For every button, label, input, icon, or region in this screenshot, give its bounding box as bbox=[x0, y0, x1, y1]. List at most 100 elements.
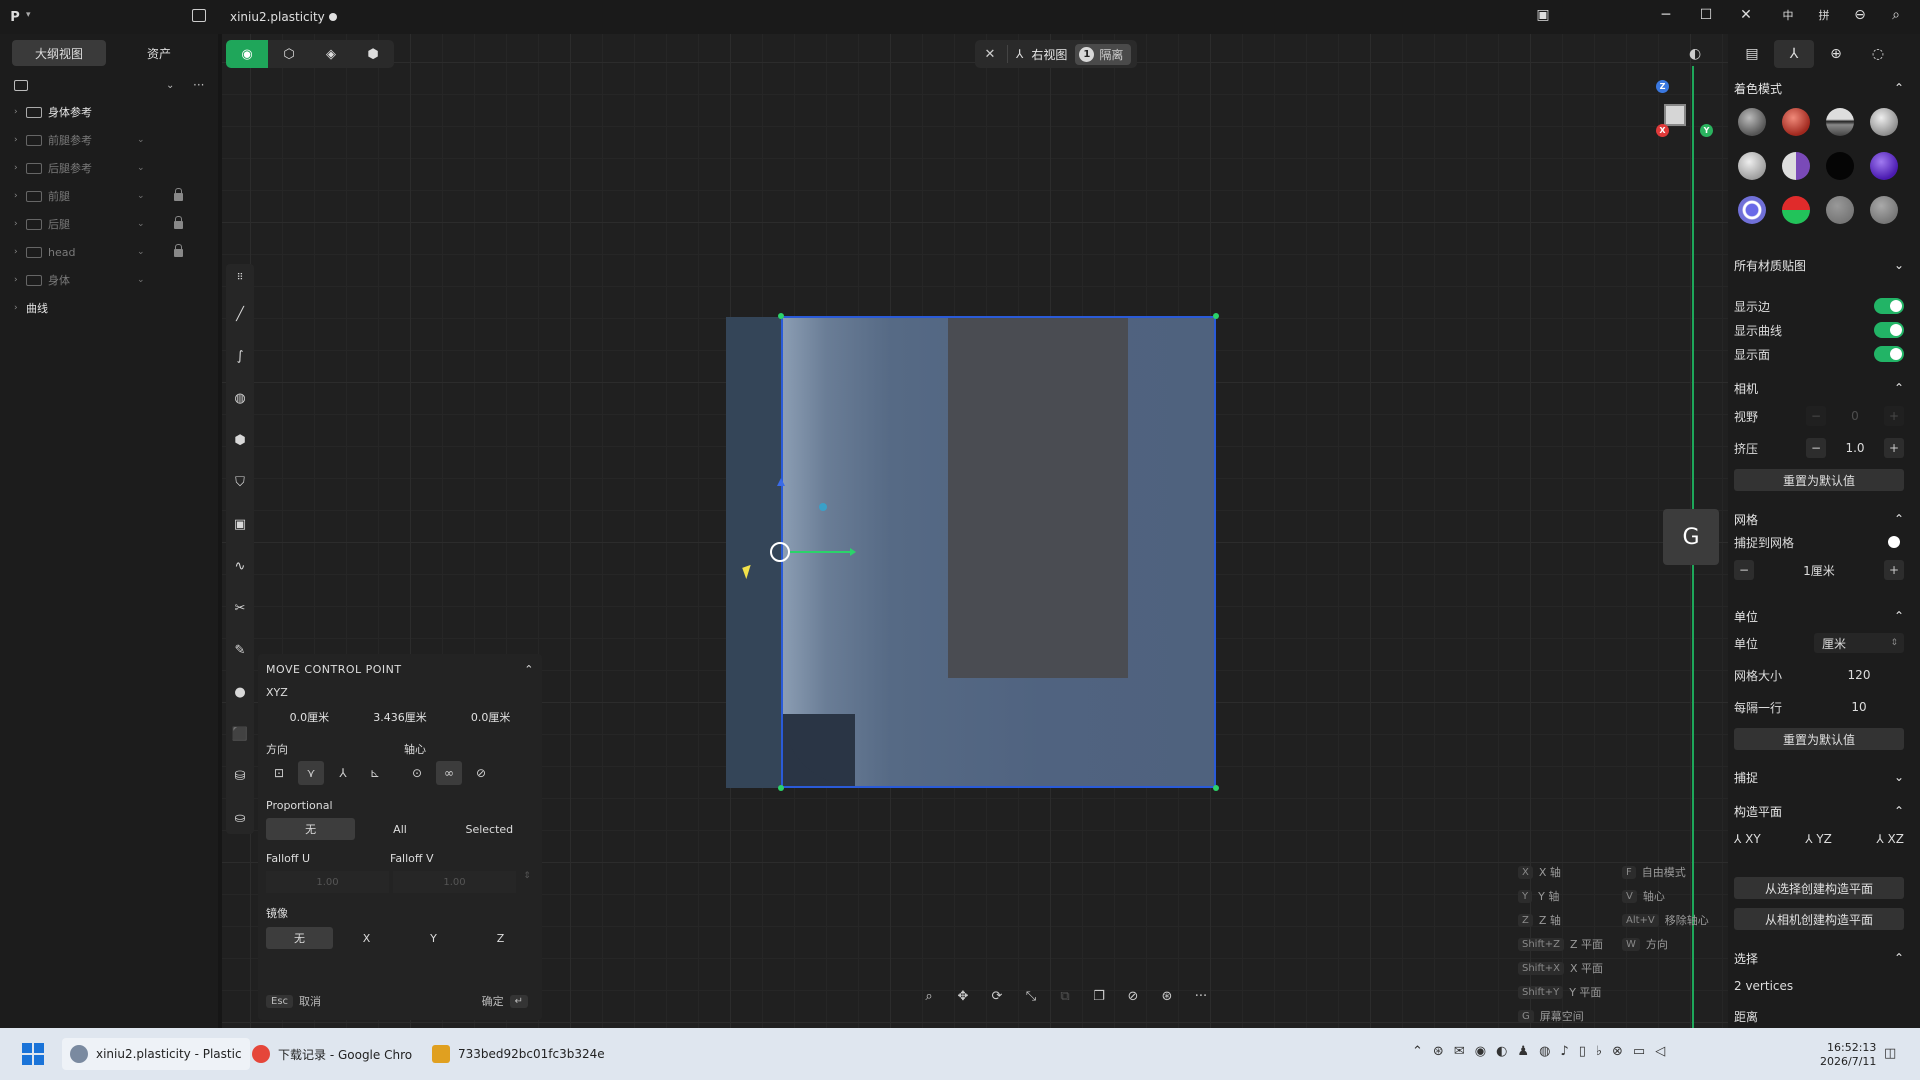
squeeze-value[interactable]: 1.0 bbox=[1830, 441, 1880, 455]
pen-tool-icon[interactable]: ✎ bbox=[230, 640, 250, 660]
tab-outliner[interactable]: 大纲视图 bbox=[12, 40, 106, 66]
local-orient-icon[interactable]: ⊾ bbox=[362, 761, 388, 785]
close-icon[interactable]: ✕ bbox=[1735, 7, 1757, 27]
collapse-chevron-icon[interactable]: ⌃ bbox=[524, 663, 534, 676]
plus-icon[interactable]: + bbox=[1884, 560, 1904, 580]
chevron-up-icon[interactable]: ⌃ bbox=[1894, 609, 1904, 623]
volume-icon[interactable]: ♪ bbox=[1560, 1044, 1568, 1059]
chevron-right-icon[interactable]: › bbox=[14, 275, 26, 285]
sphere-tool-icon[interactable]: ● bbox=[230, 682, 250, 702]
snap-header[interactable]: 捕捉 ⌄ bbox=[1734, 764, 1904, 790]
tab-viewport-icon[interactable]: ⅄ bbox=[1774, 40, 1814, 68]
chevron-right-icon[interactable]: › bbox=[14, 135, 26, 145]
tree-item[interactable]: › 身体 ⌄ bbox=[0, 266, 218, 294]
sidebar-toggle-icon[interactable] bbox=[192, 9, 206, 22]
search-icon[interactable]: ⌕ bbox=[915, 983, 943, 1009]
tree-item[interactable]: › 前腿 ⌄ bbox=[0, 182, 218, 210]
mirror-x[interactable]: X bbox=[333, 927, 400, 949]
steam-icon[interactable]: ⊛ bbox=[1433, 1044, 1444, 1059]
plane-xy-button[interactable]: ⅄ XY bbox=[1734, 832, 1761, 846]
close-circle-icon[interactable]: ⊗ bbox=[1612, 1044, 1623, 1059]
visibility-icon[interactable]: ⌄ bbox=[137, 191, 145, 201]
proportional-none[interactable]: 无 bbox=[266, 818, 356, 840]
maximize-icon[interactable]: ☐ bbox=[1695, 7, 1717, 27]
proportional-all[interactable]: All bbox=[355, 818, 444, 840]
plane-xz-button[interactable]: ⅄ XZ bbox=[1876, 832, 1904, 846]
matcap-ring-icon[interactable] bbox=[1738, 196, 1766, 224]
boolean-tool-icon[interactable]: ⛀ bbox=[230, 808, 250, 828]
search-icon[interactable]: ⌕ bbox=[1885, 7, 1907, 27]
tree-item[interactable]: › 前腿参考 ⌄ bbox=[0, 126, 218, 154]
chevron-up-icon[interactable]: ⌃ bbox=[1894, 512, 1904, 526]
move-gizmo-ring[interactable] bbox=[770, 542, 790, 562]
clock[interactable]: 16:52:13 2026/7/11 bbox=[1820, 1041, 1876, 1069]
chevron-right-icon[interactable]: › bbox=[14, 163, 26, 173]
grid-header[interactable]: 网格 ⌃ bbox=[1734, 506, 1904, 532]
control-point[interactable] bbox=[1213, 785, 1219, 791]
mic-icon[interactable]: ♭ bbox=[1596, 1044, 1602, 1059]
qq-icon[interactable]: ♟ bbox=[1517, 1044, 1529, 1059]
units-reset-button[interactable]: 重置为默认值 bbox=[1734, 728, 1904, 750]
chevron-right-icon[interactable]: › bbox=[14, 247, 26, 257]
visibility-icon[interactable]: ⌄ bbox=[137, 135, 145, 145]
show-faces-toggle[interactable] bbox=[1874, 346, 1904, 362]
visibility-icon[interactable]: ⌄ bbox=[137, 275, 145, 285]
y-input[interactable]: 3.436厘米 bbox=[357, 705, 444, 729]
chevron-up-icon[interactable]: ⌃ bbox=[1894, 951, 1904, 965]
chevron-right-icon[interactable]: › bbox=[14, 303, 26, 313]
curve-tool-icon[interactable]: ∫ bbox=[230, 346, 250, 366]
tree-item[interactable]: › 身体参考 bbox=[0, 98, 218, 126]
zoom-out-icon[interactable]: ⊖ bbox=[1849, 7, 1871, 27]
taskbar-app-chrome[interactable]: 下载记录 - Google Chro bbox=[244, 1038, 420, 1070]
units-select[interactable]: 厘米 ⇕ bbox=[1814, 633, 1904, 653]
confirm-button[interactable]: 确定 bbox=[482, 993, 504, 1009]
mirror-z[interactable]: Z bbox=[467, 927, 534, 949]
control-point[interactable] bbox=[778, 313, 784, 319]
plus-icon[interactable]: + bbox=[1884, 406, 1904, 426]
trim-tool-icon[interactable]: ✂ bbox=[230, 598, 250, 618]
visibility-icon[interactable]: ⌄ bbox=[137, 219, 145, 229]
lock-icon[interactable] bbox=[174, 188, 183, 201]
fillet-tool-icon[interactable]: ⛉ bbox=[230, 472, 250, 492]
minimize-icon[interactable]: ─ bbox=[1655, 7, 1677, 27]
z-axis-ball[interactable]: Z bbox=[1656, 80, 1669, 93]
spline-tool-icon[interactable]: ∿ bbox=[230, 556, 250, 576]
view-name[interactable]: 右视图 bbox=[1031, 46, 1067, 63]
pivot-center-icon[interactable]: ⊙ bbox=[404, 761, 430, 785]
matcap-light-icon[interactable] bbox=[1870, 108, 1898, 136]
solid-mode-button[interactable]: ⬢ bbox=[352, 40, 394, 68]
taskbar-app-notes[interactable]: 733bed92bc01fc3b324e bbox=[424, 1038, 613, 1070]
attach-icon[interactable]: ⊘ bbox=[1119, 983, 1147, 1009]
tab-catalog-icon[interactable]: ▤ bbox=[1732, 40, 1772, 68]
x-input[interactable]: 0.0厘米 bbox=[266, 705, 353, 729]
normal-orient-icon[interactable]: ⋎ bbox=[298, 761, 324, 785]
cplane-from-selection-button[interactable]: 从选择创建构造平面 bbox=[1734, 877, 1904, 899]
every-line-value[interactable]: 10 bbox=[1814, 700, 1904, 714]
matcap-black-icon[interactable] bbox=[1826, 152, 1854, 180]
isolate-tag[interactable]: 1 隔离 bbox=[1075, 43, 1132, 65]
tree-item[interactable]: › 曲线 bbox=[0, 294, 218, 322]
matcap-red-icon[interactable] bbox=[1782, 108, 1810, 136]
free-orient-icon[interactable]: ⊡ bbox=[266, 761, 292, 785]
grid-step-value[interactable]: 1厘米 bbox=[1774, 562, 1864, 579]
collapse-chevron-icon[interactable]: ⌄ bbox=[166, 80, 174, 91]
proportional-selected[interactable]: Selected bbox=[445, 818, 534, 840]
move-icon[interactable]: ✥ bbox=[949, 983, 977, 1009]
line-tool-icon[interactable]: ╱ bbox=[230, 304, 250, 324]
control-point[interactable] bbox=[1213, 313, 1219, 319]
snap-grid-toggle[interactable] bbox=[1874, 534, 1904, 550]
gizmo-z-handle[interactable] bbox=[777, 478, 785, 486]
box-tool-icon[interactable]: ⬛ bbox=[230, 724, 250, 744]
minus-icon[interactable]: − bbox=[1806, 438, 1826, 458]
chevron-up-icon[interactable]: ⌃ bbox=[1894, 381, 1904, 395]
falloff-u-input[interactable]: 1.00 bbox=[266, 871, 389, 893]
plus-icon[interactable]: + bbox=[1884, 438, 1904, 458]
usb-icon[interactable]: ▯ bbox=[1579, 1044, 1586, 1059]
tab-render-icon[interactable]: ⊕ bbox=[1816, 40, 1856, 68]
tree-item[interactable]: › head ⌄ bbox=[0, 238, 218, 266]
polygon-tool-icon[interactable]: ⬢ bbox=[230, 430, 250, 450]
plane-yz-button[interactable]: ⅄ YZ bbox=[1805, 832, 1832, 846]
tree-item[interactable]: › 后腿参考 ⌄ bbox=[0, 154, 218, 182]
unlink-icon[interactable]: ⊘ bbox=[468, 761, 494, 785]
chevron-right-icon[interactable]: › bbox=[14, 191, 26, 201]
